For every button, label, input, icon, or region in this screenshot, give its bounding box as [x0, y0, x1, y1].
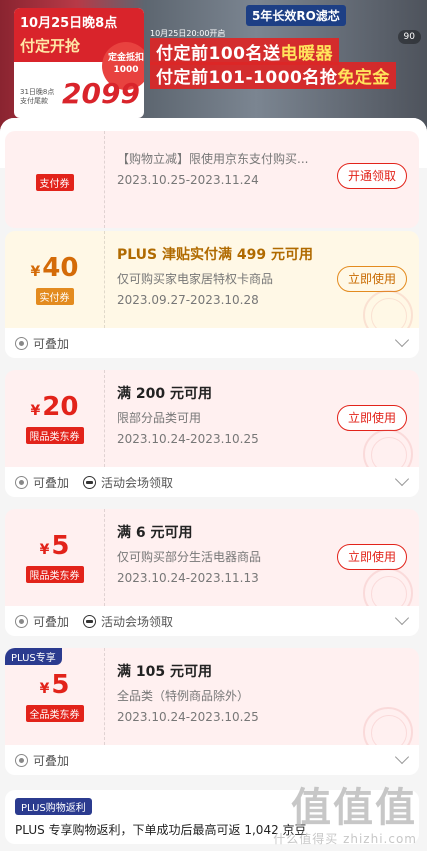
- coupon-footer[interactable]: 可叠加 活动会场领取: [5, 467, 419, 497]
- chevron-down-icon[interactable]: [394, 610, 410, 626]
- plus-rebate-badge: PLUS购物返利: [15, 798, 92, 815]
- stackable-icon: [15, 475, 28, 489]
- stackable-label: 可叠加: [33, 475, 70, 490]
- coupon-type-tag: 限品类东券: [25, 427, 84, 444]
- banner-counter: 90: [397, 30, 421, 44]
- coupon-title: 满 200 元可用: [117, 386, 212, 402]
- coupon-type-tag: 全品类东券: [25, 705, 84, 722]
- chevron-down-icon[interactable]: [394, 332, 410, 348]
- banner-line-1: 付定前100名送电暖器: [150, 38, 339, 65]
- coupon-type-tag: 实付券: [35, 288, 74, 305]
- use-now-button[interactable]: 立即使用: [336, 266, 407, 292]
- coupon-info: 满 105 元可用 全品类（特例商品除外） 2023.10.24-2023.10…: [105, 648, 419, 757]
- coupon-main: 支付券 【购物立减】限使用京东支付购买... 2023.10.25-2023.1…: [5, 131, 419, 228]
- coupon-desc: 全品类（特例商品除外）: [117, 689, 250, 703]
- coupon-value: ¥ 5 限品类东券: [5, 509, 105, 606]
- stackable-icon: [15, 614, 28, 628]
- banner-line-2-text: 付定前101-1000名抢: [156, 68, 338, 88]
- coupon-info: 【购物立减】限使用京东支付购买... 2023.10.25-2023.11.24…: [105, 131, 419, 228]
- venue-claim-label: 活动会场领取: [101, 475, 174, 490]
- banner-brand-tag: 5年长效RO滤芯: [246, 5, 346, 26]
- banner-line-2-highlight: 免定金: [337, 68, 390, 88]
- coupon-main: ¥ 40 实付券 PLUS 津贴实付满 499 元可用 仅可购买家电家居特权卡商…: [5, 231, 419, 340]
- coupon-value: ¥ 40 实付券: [5, 231, 105, 328]
- coupon-title: 满 6 元可用: [117, 525, 193, 541]
- coupon-sheet: 优惠 × 支付券 【购物立减】限使用京东支付购买... 2023.10.25-2…: [0, 118, 427, 851]
- coupon-amount-number: 40: [42, 253, 79, 283]
- use-now-button[interactable]: 立即使用: [336, 544, 407, 570]
- coupon-currency: ¥: [30, 403, 41, 419]
- coupon-footer[interactable]: 可叠加 活动会场领取: [5, 606, 419, 636]
- coupon-amount-number: 20: [42, 392, 79, 422]
- coupon-main: ¥ 5 限品类东券 满 6 元可用 仅可购买部分生活电器商品 2023.10.2…: [5, 509, 419, 618]
- coupon-currency: ¥: [39, 542, 50, 558]
- stackable-label: 可叠加: [33, 336, 70, 351]
- coupon-card-category-5[interactable]: ¥ 5 限品类东券 满 6 元可用 仅可购买部分生活电器商品 2023.10.2…: [5, 509, 419, 636]
- venue-claim-item: 活动会场领取: [83, 474, 173, 491]
- watermark-text: 什么值得买 zhizhi.com: [273, 832, 417, 846]
- coupon-main: ¥ 5 全品类东券 满 105 元可用 全品类（特例商品除外） 2023.10.…: [5, 648, 419, 757]
- coupon-type-tag: 限品类东券: [25, 566, 84, 583]
- promo-card: 10月25日晚8点 付定开抢 定金抵扣1000 31日晚8点支付尾款 2099: [14, 8, 144, 118]
- watermark-logo: 值值值: [291, 785, 417, 831]
- promo-date: 10月25日晚8点: [20, 16, 118, 31]
- banner-line-1-text: 付定前100名送: [156, 44, 281, 64]
- coupon-info: PLUS 津贴实付满 499 元可用 仅可购买家电家居特权卡商品 2023.09…: [105, 231, 419, 340]
- venue-claim-item: 活动会场领取: [83, 613, 173, 630]
- coupon-amount-number: 5: [51, 531, 70, 561]
- stackable-icon: [15, 336, 28, 350]
- promo-price: 2099: [62, 77, 140, 110]
- coupon-card-plus-subsidy[interactable]: ¥ 40 实付券 PLUS 津贴实付满 499 元可用 仅可购买家电家居特权卡商…: [5, 231, 419, 358]
- coupon-currency: ¥: [39, 681, 50, 697]
- banner-line-2: 付定前101-1000名抢免定金: [150, 62, 396, 89]
- chevron-down-icon[interactable]: [394, 749, 410, 765]
- use-now-button[interactable]: 立即使用: [336, 405, 407, 431]
- coupon-type-tag: 支付券: [35, 174, 74, 191]
- stackable-item: 可叠加: [15, 474, 69, 491]
- chevron-down-icon[interactable]: [394, 471, 410, 487]
- open-and-claim-button[interactable]: 开通领取: [336, 163, 407, 189]
- coupon-currency: ¥: [30, 264, 41, 280]
- coupon-title: PLUS 津贴实付满 499 元可用: [117, 247, 313, 263]
- venue-icon: [83, 614, 97, 628]
- coupon-amount: ¥ 20: [31, 393, 79, 421]
- venue-icon: [83, 475, 97, 489]
- coupon-amount-number: 5: [51, 670, 70, 700]
- stackable-label: 可叠加: [33, 614, 70, 629]
- coupon-title: 满 105 元可用: [117, 664, 212, 680]
- banner-line-1-highlight: 电暖器: [280, 44, 333, 64]
- coupon-card-plus-all-category[interactable]: PLUS专享 ¥ 5 全品类东券 满 105 元可用 全品类（特例商品除外） 2…: [5, 648, 419, 775]
- coupon-card-category-20[interactable]: ¥ 20 限品类东券 满 200 元可用 限部分品类可用 2023.10.24-…: [5, 370, 419, 497]
- coupon-value: ¥ 20 限品类东券: [5, 370, 105, 467]
- coupon-value: 支付券: [5, 131, 105, 228]
- coupon-main: ¥ 20 限品类东券 满 200 元可用 限部分品类可用 2023.10.24-…: [5, 370, 419, 479]
- stackable-item: 可叠加: [15, 335, 69, 352]
- coupon-amount: ¥ 5: [40, 671, 70, 699]
- coupon-info: 满 200 元可用 限部分品类可用 2023.10.24-2023.10.25 …: [105, 370, 419, 479]
- promo-small-text: 31日晚8点支付尾款: [20, 88, 55, 105]
- stackable-icon: [15, 753, 28, 767]
- stackable-item: 可叠加: [15, 752, 69, 769]
- coupon-amount: ¥ 40: [31, 254, 79, 282]
- coupon-footer[interactable]: 可叠加: [5, 328, 419, 358]
- coupon-info: 满 6 元可用 仅可购买部分生活电器商品 2023.10.24-2023.11.…: [105, 509, 419, 618]
- stackable-label: 可叠加: [33, 753, 70, 768]
- site-watermark: 值值值 什么值得买 zhizhi.com: [273, 786, 417, 847]
- coupon-card-payment[interactable]: 支付券 【购物立减】限使用京东支付购买... 2023.10.25-2023.1…: [5, 131, 419, 228]
- stackable-item: 可叠加: [15, 613, 69, 630]
- venue-claim-label: 活动会场领取: [101, 614, 174, 629]
- plus-exclusive-badge: PLUS专享: [5, 648, 62, 665]
- coupon-amount: ¥ 5: [40, 532, 70, 560]
- coupon-footer[interactable]: 可叠加: [5, 745, 419, 775]
